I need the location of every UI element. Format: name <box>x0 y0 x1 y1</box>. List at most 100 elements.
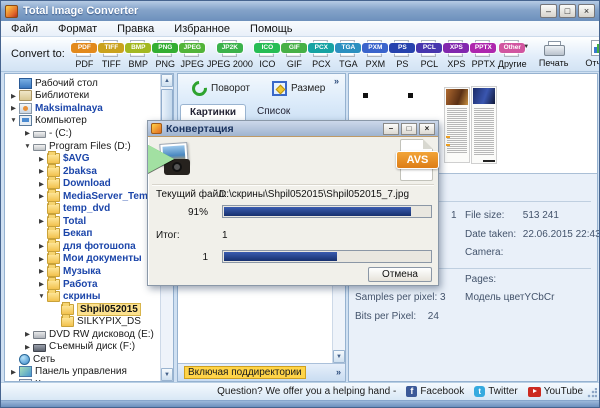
menu-item[interactable]: Избранное <box>164 22 240 36</box>
report-button[interactable]: Отчет <box>580 40 600 68</box>
tree-item[interactable]: temp_dvd <box>5 202 160 215</box>
tree-item[interactable]: SILKYPIX_DS <box>5 315 160 328</box>
tree-item[interactable]: ▶ $AVG <box>5 152 160 165</box>
tree-item[interactable]: ▶ MediaServer_Temp <box>5 190 160 203</box>
tree-expand-arrow[interactable]: ▶ <box>37 267 46 275</box>
cancel-button[interactable]: Отмена <box>368 267 432 282</box>
scroll-up-button[interactable]: ▲ <box>161 74 173 87</box>
format-convert-button[interactable]: TGA TGA <box>335 39 362 70</box>
format-convert-button[interactable]: PDF PDF <box>71 39 98 70</box>
menu-item[interactable]: Помощь <box>240 22 303 36</box>
more-actions-chevron[interactable]: » <box>334 76 339 86</box>
format-convert-button[interactable]: PPTX PPTX <box>470 39 497 70</box>
tree-item[interactable]: ▶ Мои документы <box>5 253 160 266</box>
info-stray-value: 1 <box>451 210 457 221</box>
tree-item-label: Program Files (D:) <box>49 141 131 152</box>
menu-item[interactable]: Файл <box>1 22 48 36</box>
social-label: YouTube <box>544 386 583 397</box>
format-convert-button[interactable]: PCX PCX <box>308 39 335 70</box>
tree-expand-arrow[interactable]: ▶ <box>37 155 46 163</box>
tree-item[interactable]: Shpil052015 <box>5 303 160 316</box>
tree-item-label: DVD RW дисковод (E:) <box>49 329 154 340</box>
dialog-control-button[interactable]: – <box>383 123 399 135</box>
tree-item[interactable]: ▶ - (C:) <box>5 127 160 140</box>
format-convert-button[interactable]: Other ▼ Другие <box>497 39 528 70</box>
dialog-control-button[interactable]: □ <box>401 123 417 135</box>
tree-expand-arrow[interactable]: ▶ <box>37 242 46 250</box>
window-control-button[interactable]: × <box>578 4 595 18</box>
format-convert-button[interactable]: JP2K JPEG 2000 <box>206 39 254 70</box>
tree-item[interactable]: ▶ Панель управления <box>5 366 160 379</box>
include-subdirs-toggle[interactable]: Включая поддиректории <box>184 366 306 379</box>
tree-expand-arrow[interactable]: ▼ <box>23 143 32 150</box>
tree-expand-arrow[interactable]: ▶ <box>37 167 46 175</box>
format-convert-button[interactable]: GIF GIF <box>281 39 308 70</box>
tree-item[interactable]: Сеть <box>5 353 160 366</box>
format-convert-button[interactable]: BMP BMP <box>125 39 152 70</box>
tree-expand-arrow[interactable]: ▶ <box>23 129 32 137</box>
scroll-down-button[interactable]: ▼ <box>333 350 345 363</box>
format-convert-button[interactable]: PXM PXM <box>362 39 389 70</box>
tree-expand-arrow[interactable]: ▶ <box>23 343 32 351</box>
scroll-down-button[interactable]: ▼ <box>161 368 173 381</box>
tree-item[interactable]: ▶ 2baksa <box>5 165 160 178</box>
tree-expand-arrow[interactable]: ▶ <box>37 217 46 225</box>
tree-item[interactable]: ▼ Компьютер <box>5 115 160 128</box>
social-link[interactable]: YouTube <box>528 386 583 397</box>
tree-item[interactable]: ▶ Корзина <box>5 378 160 381</box>
social-link[interactable]: t Twitter <box>474 386 517 397</box>
format-convert-button[interactable]: PCL PCL <box>416 39 443 70</box>
print-button[interactable]: Печать <box>536 41 572 68</box>
tree-item[interactable]: Бекап <box>5 228 160 241</box>
view-tab[interactable]: Картинки <box>180 104 246 121</box>
format-convert-button[interactable]: PNG PNG <box>152 39 179 70</box>
social-icon <box>528 387 541 397</box>
tree-item[interactable]: ▶ Библиотеки <box>5 90 160 103</box>
info-value: 22.06.2015 22:43:18 <box>523 229 600 240</box>
window-title: Total Image Converter <box>23 5 538 17</box>
tree-item[interactable]: Рабочий стол <box>5 77 160 90</box>
social-link[interactable]: f Facebook <box>406 386 464 397</box>
tree-expand-arrow[interactable]: ▶ <box>9 380 18 381</box>
tree-expand-arrow[interactable]: ▶ <box>37 192 46 200</box>
menu-item[interactable]: Правка <box>107 22 164 36</box>
tree-expand-arrow[interactable]: ▶ <box>9 104 18 112</box>
tree-expand-arrow[interactable]: ▶ <box>9 92 18 100</box>
menu-item[interactable]: Формат <box>48 22 107 36</box>
tree-item[interactable]: ▶ DVD RW дисковод (E:) <box>5 328 160 341</box>
tree-item[interactable]: ▶ Съемный диск (F:) <box>5 340 160 353</box>
tree-item[interactable]: ▼ скрины <box>5 290 160 303</box>
tree-expand-arrow[interactable]: ▼ <box>9 117 18 124</box>
view-tab[interactable]: Список <box>247 103 300 120</box>
window-control-button[interactable]: □ <box>559 4 576 18</box>
format-label: PCX <box>312 59 331 69</box>
tree-expand-arrow[interactable]: ▶ <box>9 368 18 376</box>
tree-item[interactable]: ▼ Program Files (D:) <box>5 140 160 153</box>
tree-item[interactable]: ▶ Total <box>5 215 160 228</box>
format-convert-button[interactable]: TIFF TIFF <box>98 39 125 70</box>
tree-item-label: Бекап <box>63 228 92 239</box>
resize-button[interactable]: Размер <box>291 83 325 94</box>
format-convert-button[interactable]: XPS XPS <box>443 39 470 70</box>
format-convert-button[interactable]: JPEG JPEG <box>179 39 206 70</box>
resize-grip[interactable] <box>587 388 597 398</box>
image-actions-row: Поворот Размер » <box>178 74 345 102</box>
format-convert-button[interactable]: PS PS <box>389 39 416 70</box>
tree-item[interactable]: ▶ Maksimalnaya <box>5 102 160 115</box>
tree-expand-arrow[interactable]: ▶ <box>23 330 32 338</box>
tree-item[interactable]: ▶ Download <box>5 177 160 190</box>
format-convert-button[interactable]: ICO ICO <box>254 39 281 70</box>
dialog-control-button[interactable]: × <box>419 123 435 135</box>
tree-item-icon <box>19 78 32 89</box>
tree-expand-arrow[interactable]: ▶ <box>37 180 46 188</box>
window-control-button[interactable]: – <box>540 4 557 18</box>
subdirs-chevron[interactable]: » <box>336 367 341 377</box>
tree-item[interactable]: ▶ Музыка <box>5 265 160 278</box>
tree-item[interactable]: ▶ Работа <box>5 278 160 291</box>
current-progress-bar <box>222 205 432 218</box>
rotate-button[interactable]: Поворот <box>211 83 250 94</box>
tree-expand-arrow[interactable]: ▼ <box>37 293 46 300</box>
tree-expand-arrow[interactable]: ▶ <box>37 280 46 288</box>
tree-expand-arrow[interactable]: ▶ <box>37 255 46 263</box>
tree-item[interactable]: ▶ для фотошопа <box>5 240 160 253</box>
